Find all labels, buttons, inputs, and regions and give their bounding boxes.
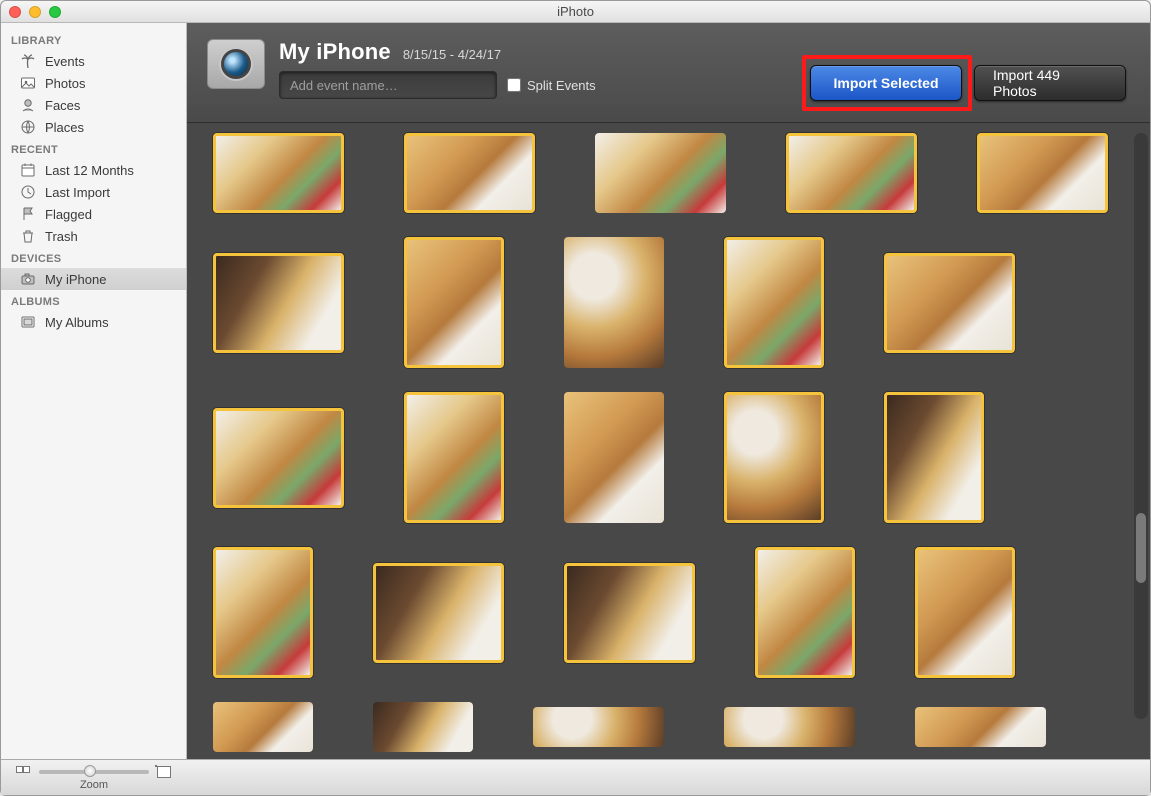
photo-icon [19, 75, 37, 91]
zoom-slider[interactable] [15, 765, 173, 779]
device-title: My iPhone [279, 39, 391, 65]
sidebar-item-trash[interactable]: Trash [1, 225, 186, 247]
photo-thumbnail[interactable] [915, 547, 1015, 678]
sidebar-item-places[interactable]: Places [1, 116, 186, 138]
vertical-scrollbar[interactable] [1134, 133, 1148, 719]
body: LIBRARY Events Photos Faces Places RECENT Last… [1, 23, 1150, 759]
album-icon [19, 314, 37, 330]
clock-icon [19, 184, 37, 200]
sidebar-item-label: Photos [45, 76, 85, 91]
photo-thumbnail[interactable] [373, 702, 473, 752]
sidebar-item-label: Last 12 Months [45, 163, 134, 178]
sidebar-item-label: Trash [45, 229, 78, 244]
face-icon [19, 97, 37, 113]
photo-thumbnail[interactable] [755, 547, 855, 678]
zoom-in-icon[interactable] [155, 765, 173, 779]
globe-icon [19, 119, 37, 135]
photo-thumbnail[interactable] [213, 408, 344, 508]
photo-thumbnail[interactable] [404, 133, 535, 213]
title-block: My iPhone 8/15/15 - 4/24/17 Split Events [279, 39, 596, 99]
palm-icon [19, 53, 37, 69]
photo-thumbnail[interactable] [213, 547, 313, 678]
calendar-icon [19, 162, 37, 178]
sidebar-item-photos[interactable]: Photos [1, 72, 186, 94]
photo-thumbnail[interactable] [404, 392, 504, 523]
photo-thumbnail[interactable] [213, 253, 344, 353]
window-title: iPhoto [1, 4, 1150, 19]
toolbar-buttons: Import Selected Import 449 Photos [810, 65, 1126, 101]
photo-row [213, 237, 1124, 368]
photo-row [213, 547, 1124, 678]
photo-thumbnail[interactable] [213, 702, 313, 752]
sidebar-item-events[interactable]: Events [1, 50, 186, 72]
photo-row [213, 133, 1124, 213]
sidebar-item-label: Flagged [45, 207, 92, 222]
sidebar-item-label: Last Import [45, 185, 110, 200]
camera-icon [207, 39, 265, 89]
zoom-out-icon[interactable] [15, 765, 33, 779]
photo-thumbnail[interactable] [724, 707, 855, 747]
photo-thumbnail[interactable] [884, 253, 1015, 353]
sidebar-item-flagged[interactable]: Flagged [1, 203, 186, 225]
photo-row [213, 702, 1124, 752]
photo-thumbnail[interactable] [724, 237, 824, 368]
sidebar-item-last-import[interactable]: Last Import [1, 181, 186, 203]
photo-grid-wrap [187, 123, 1150, 759]
trash-icon [19, 228, 37, 244]
photo-thumbnail[interactable] [373, 563, 504, 663]
sidebar: LIBRARY Events Photos Faces Places RECENT Last… [1, 23, 187, 759]
photo-thumbnail[interactable] [595, 133, 726, 213]
photo-thumbnail[interactable] [977, 133, 1108, 213]
sidebar-item-label: My iPhone [45, 272, 106, 287]
sidebar-item-my-albums[interactable]: My Albums [1, 311, 186, 333]
photo-row [213, 392, 1124, 523]
photo-thumbnail[interactable] [213, 133, 344, 213]
photo-thumbnail[interactable] [786, 133, 917, 213]
split-events-checkbox[interactable]: Split Events [507, 78, 596, 93]
photo-thumbnail[interactable] [564, 237, 664, 368]
sidebar-item-label: Faces [45, 98, 80, 113]
zoom-window-button[interactable] [49, 6, 61, 18]
footer: Zoom [1, 759, 1150, 795]
zoom-track[interactable] [39, 770, 149, 774]
sidebar-section-title: RECENT [1, 138, 186, 159]
photo-thumbnail[interactable] [533, 707, 664, 747]
sidebar-section-title: DEVICES [1, 247, 186, 268]
main-content: My iPhone 8/15/15 - 4/24/17 Split Events… [187, 23, 1150, 759]
scrollbar-thumb[interactable] [1136, 513, 1146, 583]
sidebar-section-title: ALBUMS [1, 290, 186, 311]
photo-thumbnail[interactable] [404, 237, 504, 368]
date-range: 8/15/15 - 4/24/17 [403, 47, 501, 62]
import-selected-button[interactable]: Import Selected [810, 65, 962, 101]
sidebar-item-faces[interactable]: Faces [1, 94, 186, 116]
split-events-label: Split Events [527, 78, 596, 93]
sidebar-section-title: LIBRARY [1, 29, 186, 50]
import-all-button[interactable]: Import 449 Photos [974, 65, 1126, 101]
window-controls [9, 6, 61, 18]
photo-thumbnail[interactable] [724, 392, 824, 523]
event-name-input[interactable] [279, 71, 497, 99]
photo-thumbnail[interactable] [884, 392, 984, 523]
camera-icon [19, 271, 37, 287]
sidebar-item-my-iphone[interactable]: My iPhone [1, 268, 186, 290]
sidebar-item-label: Places [45, 120, 84, 135]
photo-thumbnail[interactable] [564, 392, 664, 523]
sidebar-item-label: My Albums [45, 315, 109, 330]
sidebar-item-label: Events [45, 54, 85, 69]
photo-thumbnail[interactable] [915, 707, 1046, 747]
photo-thumbnail[interactable] [564, 563, 695, 663]
flag-icon [19, 206, 37, 222]
sidebar-item-last-12-months[interactable]: Last 12 Months [1, 159, 186, 181]
import-toolbar: My iPhone 8/15/15 - 4/24/17 Split Events… [187, 23, 1150, 123]
zoom-label: Zoom [80, 779, 108, 791]
close-button[interactable] [9, 6, 21, 18]
app-window: iPhoto LIBRARY Events Photos Faces Places REC… [0, 0, 1151, 796]
minimize-button[interactable] [29, 6, 41, 18]
zoom-knob[interactable] [84, 765, 96, 777]
titlebar: iPhoto [1, 1, 1150, 23]
photo-grid [187, 123, 1150, 759]
